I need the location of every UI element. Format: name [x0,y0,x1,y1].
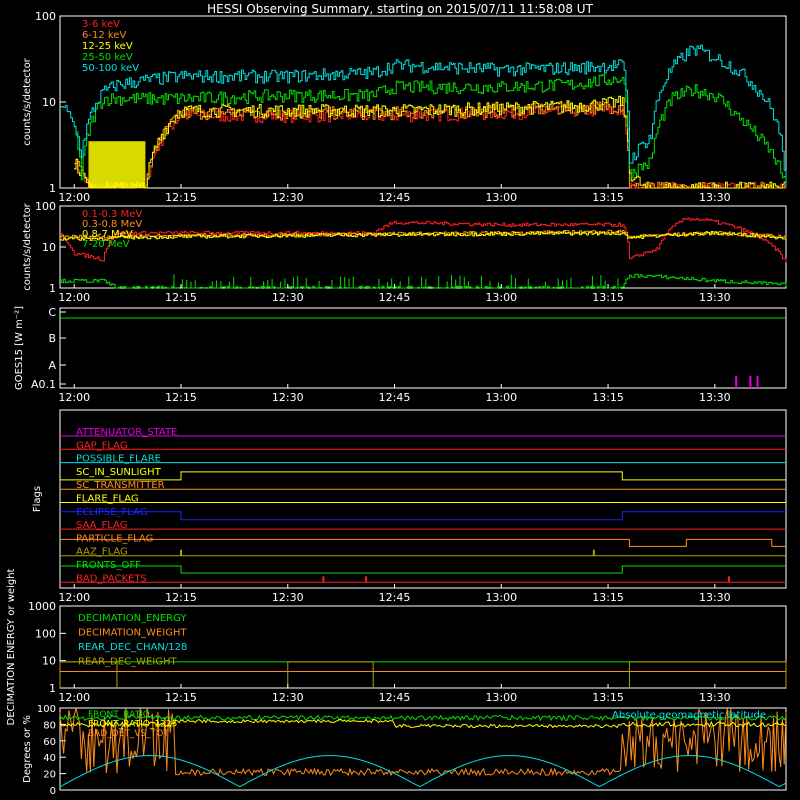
panel-decimation-tick-label: 13:00 [485,691,517,704]
panel-counts-lo-ytick-label: 100 [35,10,56,23]
panel-decimation-tick-label: 13:30 [699,691,731,704]
legend-counts-lo: 50-100 keV [82,63,139,74]
panel-counts-hi-tick-label: 13:15 [592,291,624,304]
legend-decimation: DECIMATION_ENERGY [78,613,187,624]
panel-goes-tick-label: 13:15 [592,391,624,404]
panel-counts-lo-ytick-label: 1 [49,182,56,195]
panel-decimation-tick-label: 12:30 [272,691,304,704]
legend-decimation: DECIMATION_WEIGHT [78,628,187,639]
panel-counts-lo-ylabel: counts/s/detector [22,57,33,145]
annotation-geomagnetic: Absolute geomagnetic latitude [612,710,766,721]
panel-flags-tick-label: 13:15 [592,591,624,604]
panel-goes-tick-label: 12:30 [272,391,304,404]
panel-decimation-tick-label: 12:15 [165,691,197,704]
panel-decimation-tick-label: 12:45 [379,691,411,704]
panel-counts-hi-ytick-label: 100 [35,200,56,213]
legend-counts-lo: 3-6 keV [82,19,120,30]
panel-counts-hi-ytick-label: 1 [49,282,56,295]
panel-goes-ytick-label: A [48,359,56,372]
legend-counts-hi: 7-20 MeV [82,239,130,250]
panel-counts-lo-tick-label: 12:00 [58,191,90,204]
panel-flags-tick-label: 12:30 [272,591,304,604]
panel-goes-ytick-label: A0.1 [31,378,56,391]
panel-ratios-ytick-label: 80 [43,720,56,731]
flag-line-eclipse_flag [60,511,786,521]
series-3-6-kev [74,104,787,189]
panel-counts-lo-ytick-label: 10 [42,96,56,109]
panel-counts-hi-tick-label: 13:30 [699,291,731,304]
panel-goes-frame [59,307,787,389]
panel-flags-ylabel: Flags [32,486,43,512]
panel-counts-hi-tick-label: 12:00 [58,291,90,304]
panel-counts-hi-ytick-label: 10 [42,241,56,254]
flag-line-particle_flag [60,538,786,547]
panel-counts-hi-ylabel: counts/s/detector [22,202,33,290]
panel-goes-tick-label: 12:00 [58,391,90,404]
panel-flags-tick-label: 12:00 [58,591,90,604]
panel-counts-lo-frame [59,15,787,189]
figure-title: HESSI Observing Summary, starting on 201… [207,2,593,16]
panel-decimation-tick-label: 13:15 [592,691,624,704]
series-12-25-kev [74,95,787,189]
legend-ratios: BAD_DET_VS_TOT [88,729,169,739]
series-25-50-kev [74,74,787,185]
panel-counts-lo-tick-label: 13:00 [485,191,517,204]
panel-decimation-ylabel: DECIMATION ENERGY or weight [6,568,17,725]
legend-counts-lo: 12-25 keV [82,41,133,52]
panel-flags-tick-label: 13:00 [485,591,517,604]
panel-counts-lo-tick-label: 13:30 [699,191,731,204]
panel-decimation-tick-label: 12:00 [58,691,90,704]
panel-counts-lo-tick-label: 12:45 [379,191,411,204]
panel-goes-tick-label: 12:15 [165,391,197,404]
panel-counts-lo-tick-label: 12:15 [165,191,197,204]
legend-decimation: REAR_DEC_CHAN/128 [78,642,187,653]
panel-ratios-ytick-label: 40 [43,753,56,764]
legend-counts-lo: 25-50 keV [82,52,133,63]
observing-summary-figure: HESSI Observing Summary, starting on 201… [6,2,787,797]
panels: 110100counts/s/detector3-6 keV6-12 keV12… [6,10,787,797]
flag-label-sc_in_sunlight: SC_IN_SUNLIGHT [76,467,162,478]
legend-ratios: FRONT_RATIO_1225 [88,720,177,730]
panel-ratios-ytick-label: 20 [43,770,56,781]
flag-line-fronts_off [60,565,786,574]
panel-decimation-ytick-label: 1000 [28,600,56,613]
panel-decimation-ytick-label: 100 [35,627,56,640]
panel-counts-hi-frame [59,205,787,289]
panel-ratios-ytick-label: 60 [43,737,56,748]
panel-counts-hi-tick-label: 12:30 [272,291,304,304]
series-0-1-0-3-mev [60,217,787,263]
panel-counts-lo-tick-label: 12:30 [272,191,304,204]
panel-goes-ytick-label: C [48,306,56,319]
panel-ratios-ytick-label: 0 [50,786,56,797]
yellow-low-block [88,141,146,188]
series-7-20-mev-spikes [173,274,619,288]
panel-goes-ytick-label: B [48,332,56,345]
panel-ratios-ylabel: Degrees or % [22,715,33,783]
panel-goes-ylabel: GOES15 [W m⁻²] [14,306,25,390]
legend-decimation: REAR_DEC_WEIGHT [78,657,177,668]
flag-line-sc_in_sunlight [60,471,786,481]
panel-ratios-ytick-label: 100 [37,704,56,715]
panel-counts-hi-tick-label: 12:45 [379,291,411,304]
panel-counts-lo-tick-label: 13:15 [592,191,624,204]
panel-goes-tick-label: 13:30 [699,391,731,404]
legend-ratios: FRONT_RATIO [88,710,150,720]
panel-counts-hi-tick-label: 12:15 [165,291,197,304]
panel-goes-tick-label: 13:00 [485,391,517,404]
panel-decimation-ytick-label: 10 [42,655,56,668]
series-7-20-mev [60,273,787,289]
panel-flags-tick-label: 13:30 [699,591,731,604]
panel-flags-tick-label: 12:45 [379,591,411,604]
panel-goes-tick-label: 12:45 [379,391,411,404]
panel-decimation-ytick-label: 1 [49,682,56,695]
panel-counts-hi-tick-label: 13:00 [485,291,517,304]
panel-flags-tick-label: 12:15 [165,591,197,604]
legend-counts-lo: 6-12 keV [82,30,126,41]
